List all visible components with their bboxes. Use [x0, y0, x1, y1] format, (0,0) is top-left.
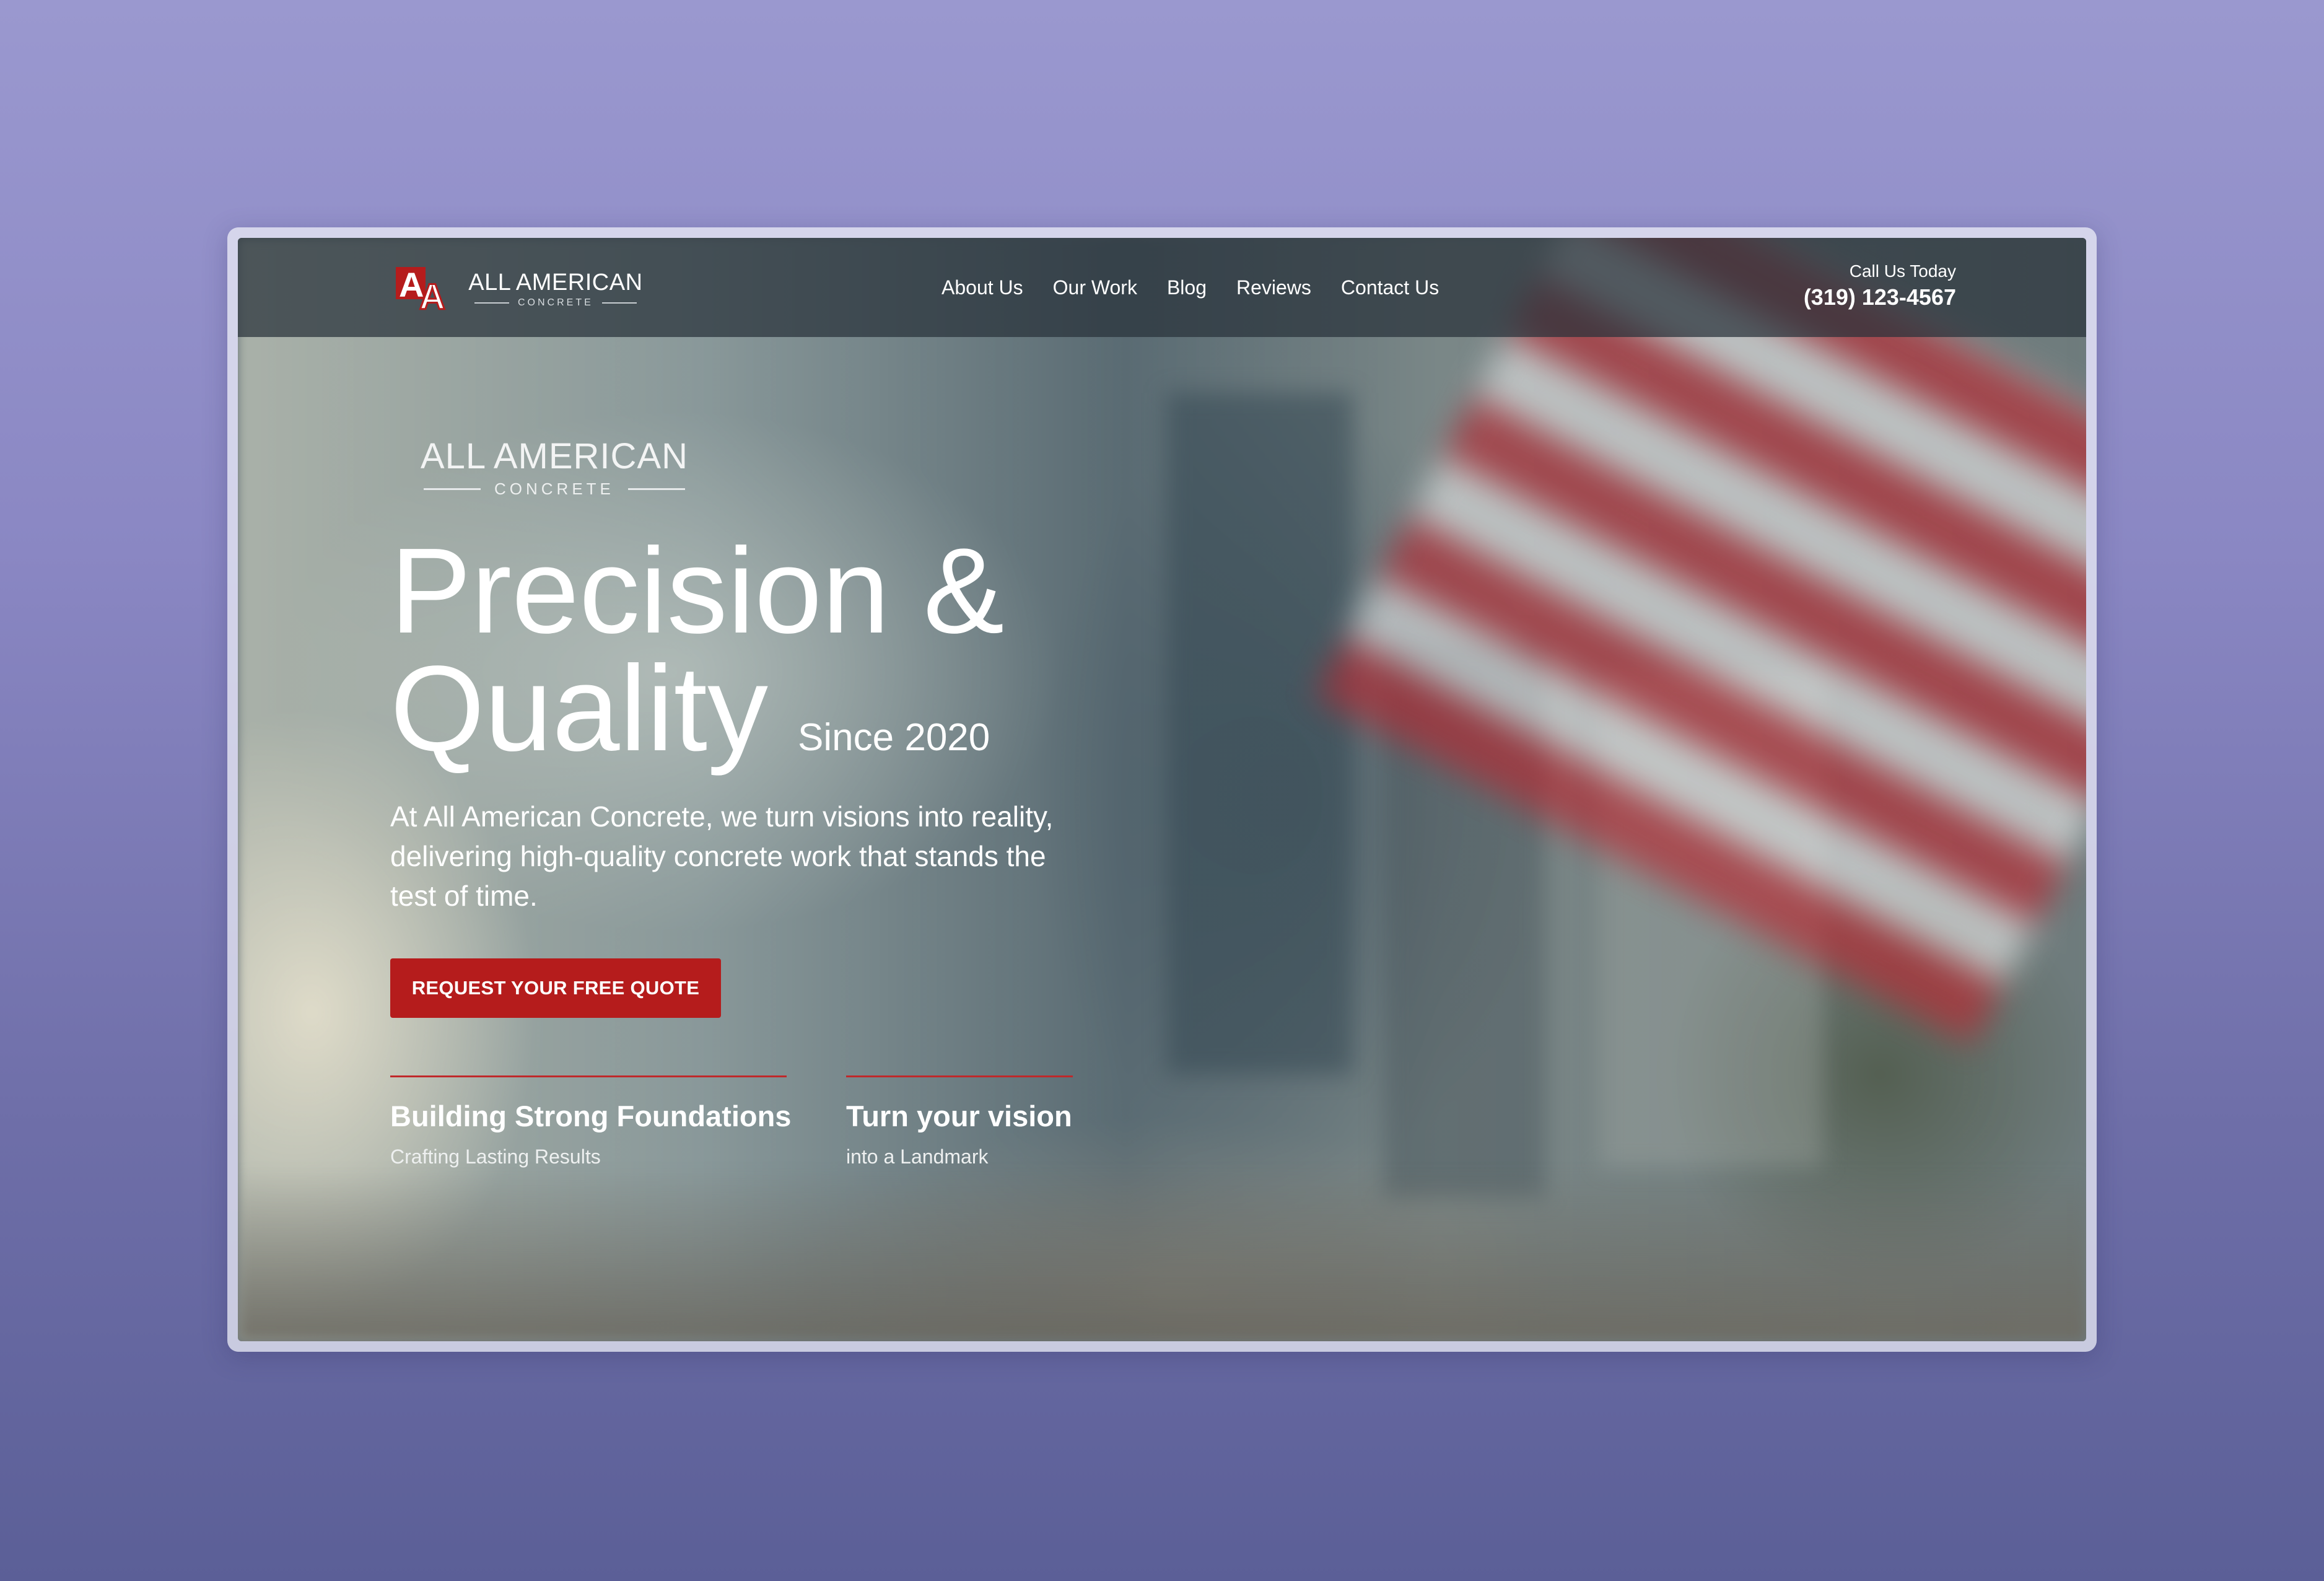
- main-nav: About Us Our Work Blog Reviews Contact U…: [941, 275, 1439, 300]
- feature-rule: [390, 1075, 787, 1077]
- hero-headline: Precision & Quality Since 2020: [390, 530, 1004, 797]
- feature-block: Building Strong Foundations Crafting Las…: [390, 1075, 792, 1170]
- headline-line-2: Quality: [390, 641, 769, 776]
- phone-link[interactable]: (319) 123-4567: [1804, 284, 1956, 310]
- site-header: A A ALL AMERICAN CONCRETE About Us Our W…: [238, 238, 2086, 337]
- feature-rule: [846, 1075, 1073, 1077]
- logo-title: ALL AMERICAN: [468, 269, 643, 296]
- hero-intro: At All American Concrete, we turn vision…: [390, 800, 1054, 912]
- header-call: Call Us Today (319) 123-4567: [1804, 260, 1956, 312]
- feature-subtitle: into a Landmark: [846, 1145, 989, 1168]
- hero-brand-divider: [627, 488, 685, 490]
- call-label: Call Us Today: [1849, 261, 1956, 281]
- hero-brand-subtitle: CONCRETE: [410, 480, 699, 499]
- aa-logo-icon: A A: [396, 265, 455, 318]
- logo-divider: [474, 302, 509, 304]
- nav-item-blog[interactable]: Blog: [1167, 275, 1207, 300]
- nav-item-our-work[interactable]: Our Work: [1053, 275, 1137, 300]
- logo-subtitle: CONCRETE: [466, 297, 645, 309]
- hero-brand-title: ALL AMERICAN: [420, 436, 688, 476]
- logo-wordmark: ALL AMERICAN CONCRETE: [466, 269, 645, 309]
- website-viewport: A A ALL AMERICAN CONCRETE About Us Our W…: [238, 238, 2086, 1341]
- request-quote-button[interactable]: REQUEST YOUR FREE QUOTE: [390, 958, 721, 1018]
- logo-subtitle-text: CONCRETE: [518, 297, 593, 308]
- logo-divider: [601, 302, 637, 304]
- hero-brand-divider: [424, 488, 481, 490]
- browser-frame: A A ALL AMERICAN CONCRETE About Us Our W…: [227, 227, 2097, 1352]
- hero-brand-subtitle-text: CONCRETE: [494, 480, 614, 498]
- feature-title: Building Strong Foundations: [390, 1100, 792, 1132]
- since-label: Since 2020: [798, 716, 990, 759]
- hero-brand-logo: ALL AMERICAN CONCRETE: [410, 436, 699, 499]
- feature-block: Turn your vision into a Landmark: [846, 1075, 1073, 1170]
- nav-item-contact-us[interactable]: Contact Us: [1341, 275, 1439, 300]
- feature-subtitle: Crafting Lasting Results: [390, 1145, 601, 1168]
- headline-line-1: Precision &: [390, 523, 1005, 659]
- svg-text:A: A: [419, 277, 445, 310]
- feature-title: Turn your vision: [846, 1100, 1072, 1132]
- nav-item-reviews[interactable]: Reviews: [1236, 275, 1311, 300]
- nav-item-about-us[interactable]: About Us: [941, 275, 1023, 300]
- header-logo-link[interactable]: A A ALL AMERICAN CONCRETE: [396, 264, 645, 318]
